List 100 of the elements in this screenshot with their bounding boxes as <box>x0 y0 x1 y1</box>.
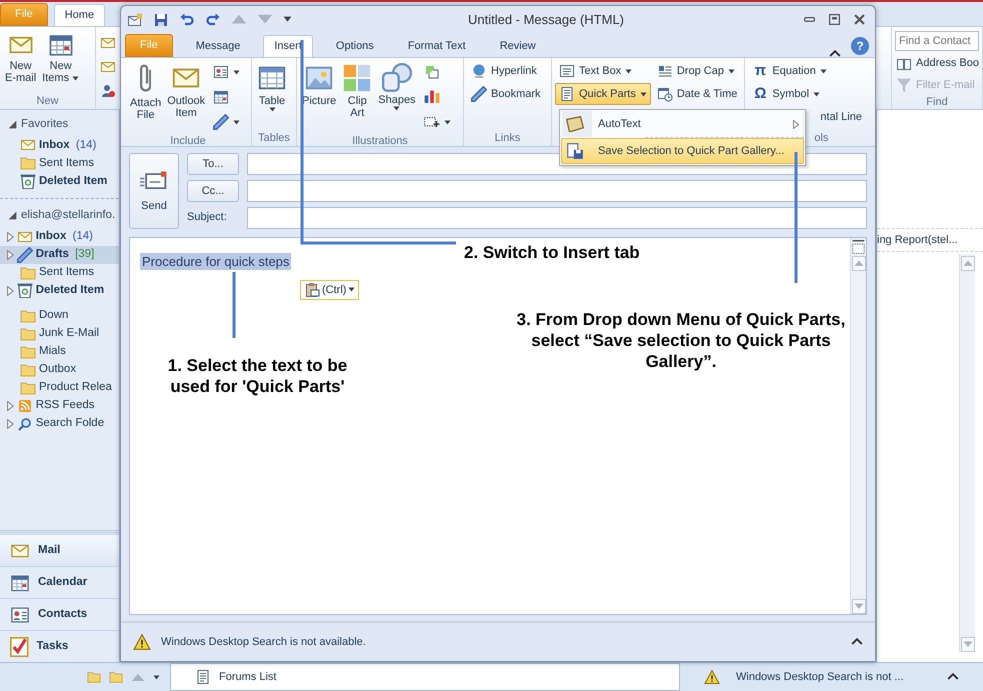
trash-can-icon <box>20 174 36 189</box>
keyboard-icon <box>566 116 584 132</box>
ribbon-button[interactable]: Text Box <box>555 60 651 82</box>
ribbon-button[interactable]: New Items <box>40 29 82 94</box>
toolbar-button[interactable] <box>100 83 116 99</box>
ribbon-tab[interactable]: Message <box>184 35 252 57</box>
folder-item[interactable]: Inbox (14) <box>0 136 119 154</box>
customize-button[interactable] <box>283 16 292 23</box>
toolbar-button[interactable] <box>179 12 195 28</box>
caret-icon <box>283 16 292 23</box>
recipient-button[interactable]: To... <box>187 153 239 176</box>
ribbon-button[interactable]: Hyperlink <box>467 60 545 82</box>
folder-item[interactable]: Deleted Item <box>0 282 119 300</box>
toolbar-button[interactable] <box>100 59 116 75</box>
folder-icon <box>20 362 36 378</box>
document-icon <box>195 669 211 685</box>
folder-item[interactable]: Sent Items <box>0 264 119 282</box>
ribbon-tab[interactable]: Format Text <box>396 35 477 57</box>
menu-item[interactable]: Save Selection to Quick Part Gallery... <box>561 138 804 164</box>
folder-item[interactable]: Inbox (14) <box>0 228 119 246</box>
ribbon-button[interactable]: Address Boo <box>895 54 979 73</box>
caret-icon <box>348 287 356 292</box>
help-button[interactable]: ? <box>851 37 869 55</box>
folder-item[interactable]: Mials <box>0 342 119 360</box>
group-label: New <box>35 94 60 109</box>
search-field[interactable]: Find a Contact <box>895 31 979 51</box>
diagram-icon <box>424 64 440 80</box>
ribbon-button[interactable]: ntal Line <box>816 106 866 128</box>
folder-item[interactable]: Deleted Item <box>0 172 119 190</box>
ribbon-button[interactable]: Quick Parts <box>555 83 651 105</box>
folder-list-item[interactable]: Forums List <box>219 668 276 686</box>
chevron-up-icon <box>829 50 841 57</box>
input-field[interactable] <box>247 180 867 202</box>
folder-item[interactable]: RSS Feeds <box>0 396 119 414</box>
input-field[interactable] <box>247 206 867 229</box>
caret-icon <box>153 674 160 680</box>
folder-icon <box>20 326 36 342</box>
folder-item[interactable]: Search Folde <box>0 414 119 432</box>
filter-icon <box>896 78 912 93</box>
pen-icon <box>471 86 487 102</box>
ribbon-tab[interactable]: Review <box>488 35 547 57</box>
folder-item[interactable]: Product Relea <box>0 378 119 396</box>
contact-card-icon <box>213 64 230 80</box>
folder-item[interactable]: Drafts [39] <box>0 246 119 264</box>
toolbar-button[interactable] <box>205 12 221 28</box>
toolbar-button[interactable] <box>127 12 143 28</box>
shapes-icon <box>382 63 412 92</box>
folder-item[interactable]: Outbox <box>0 360 119 378</box>
calendar-clock-icon <box>656 86 673 102</box>
ribbon-button[interactable]: Outlook Item <box>165 60 208 122</box>
field-label: Subject: <box>187 210 228 226</box>
warning-icon <box>704 669 720 685</box>
recipient-button[interactable]: Cc... <box>187 180 239 202</box>
warning-icon <box>133 633 151 651</box>
up-arrow-icon <box>854 260 864 267</box>
text-box-icon <box>559 63 575 79</box>
ribbon-button[interactable]: Ω Symbol <box>748 83 866 105</box>
save-icon <box>153 12 169 28</box>
ribbon-button[interactable]: Bookmark <box>467 83 545 105</box>
envelope-icon <box>100 59 116 75</box>
window-title: Untitled - Message (HTML) <box>466 10 626 29</box>
message-subject[interactable]: ing Report(stel... <box>877 232 958 248</box>
toolbar-button[interactable] <box>153 12 169 28</box>
scrollbar[interactable] <box>850 238 866 614</box>
navigation-button[interactable]: Mail <box>0 534 119 566</box>
pen-icon <box>213 114 230 130</box>
ribbon-button[interactable]: Table <box>255 60 289 115</box>
ribbon-button[interactable]: π Equation <box>748 60 866 82</box>
message-text: Procedure for quick steps <box>140 253 292 270</box>
restore-icon <box>829 14 840 25</box>
ribbon-tab[interactable]: Insert <box>263 35 313 57</box>
tiles-icon <box>342 63 372 93</box>
rss-icon <box>16 398 33 414</box>
folder-item[interactable]: Down <box>0 306 119 324</box>
minimize-icon <box>804 17 815 22</box>
ribbon-button[interactable]: Attach File <box>128 60 164 124</box>
ribbon-button[interactable]: Shapes <box>376 60 418 114</box>
annotation-text: 1. Select the text to be used for 'Quick Parts' <box>166 355 348 397</box>
ribbon-button[interactable]: Clip Art <box>340 60 374 122</box>
screenshot-icon <box>424 116 440 128</box>
send-button[interactable]: Send <box>129 153 179 229</box>
magnifier-icon <box>16 416 33 432</box>
folder-item[interactable]: Junk E-Mail <box>0 324 119 342</box>
toolbar-button[interactable] <box>100 35 116 51</box>
ribbon-button[interactable]: New E-mail <box>3 29 38 94</box>
redo-icon <box>205 12 221 28</box>
ribbon-button[interactable]: Drop Cap <box>652 60 742 82</box>
chevron-up-icon <box>851 638 863 646</box>
section-header[interactable]: Favorites <box>21 116 68 134</box>
envelope-icon <box>127 12 143 28</box>
menu-item[interactable]: AutoText <box>561 111 804 137</box>
ribbon-button[interactable]: Date & Time <box>652 83 742 105</box>
section-header[interactable]: elisha@stellarinfo. <box>21 207 116 224</box>
scrollbar[interactable] <box>959 254 975 652</box>
group-label: ols <box>813 131 830 146</box>
folder-item[interactable]: Sent Items <box>0 154 119 172</box>
group-label: Tables <box>257 131 291 146</box>
ribbon-tab[interactable]: Options <box>324 35 385 57</box>
ribbon-tab[interactable]: Home <box>54 4 106 26</box>
paste-options-button[interactable]: (Ctrl) <box>300 280 360 300</box>
